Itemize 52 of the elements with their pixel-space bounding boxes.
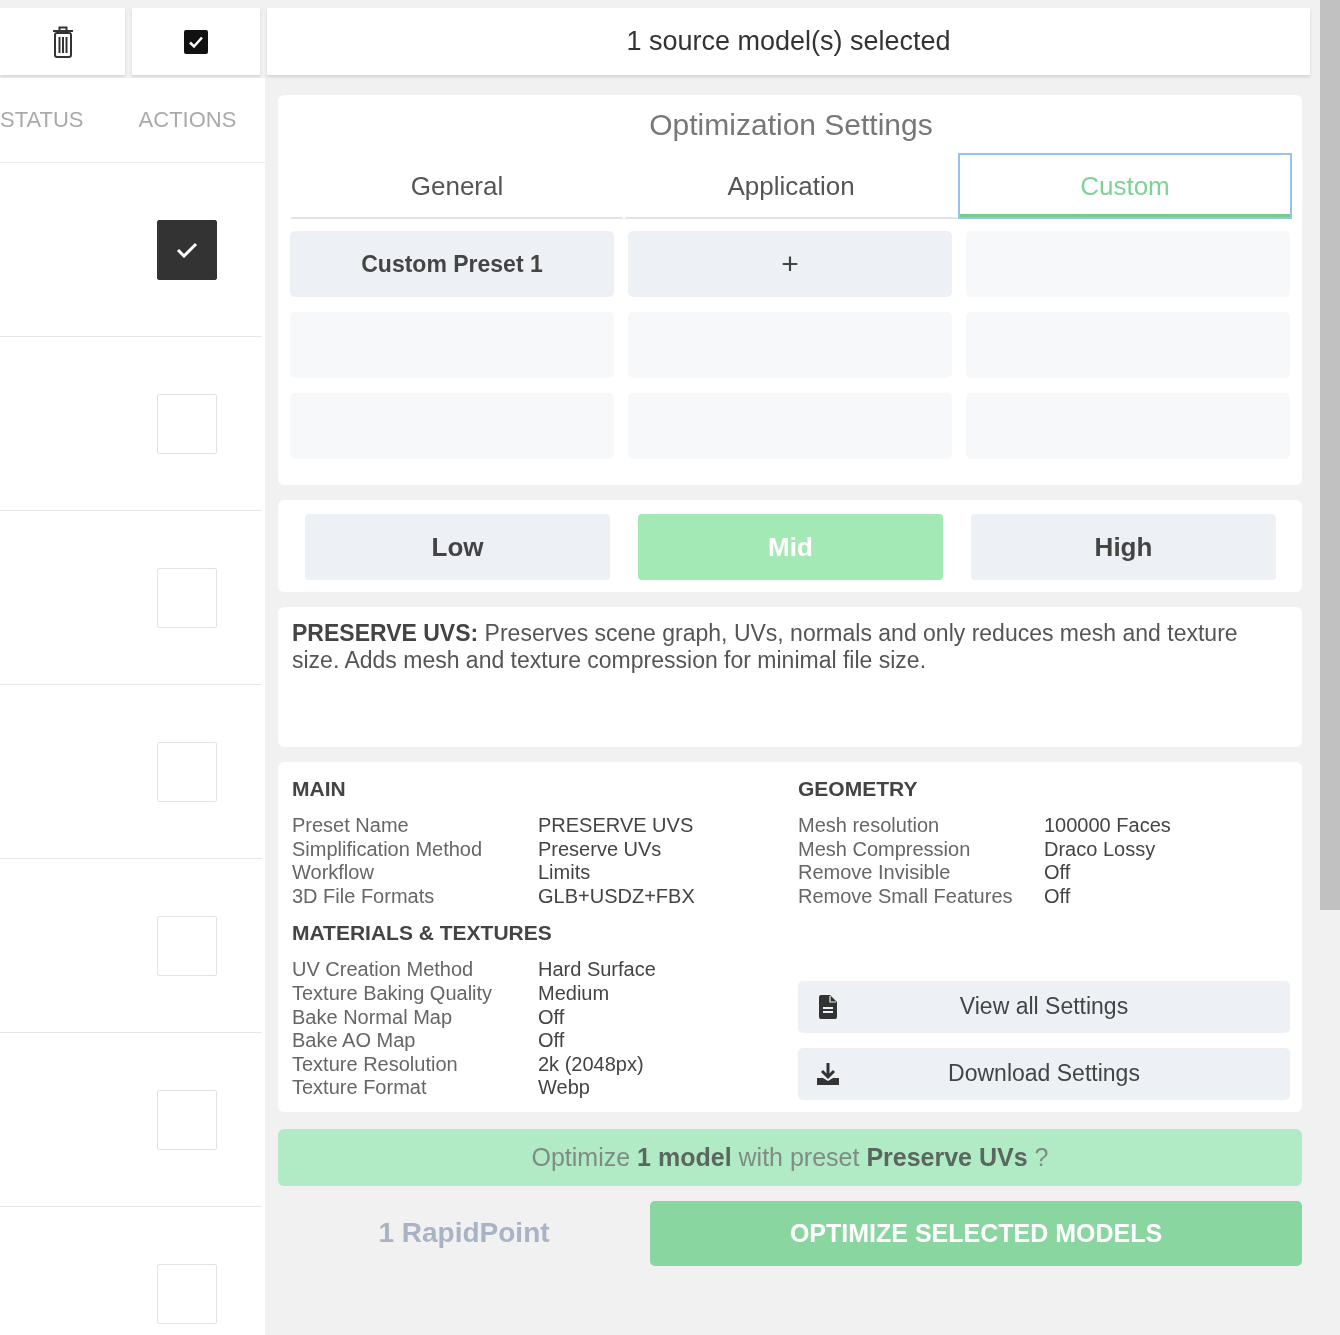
setting-label: Workflow (292, 861, 375, 885)
setting-value: PRESERVE UVS (538, 814, 694, 838)
preset-button[interactable]: Custom Preset 1 (290, 231, 614, 297)
setting-value: 2k (2048px) (538, 1052, 644, 1077)
setting-value: Limits (538, 861, 591, 885)
check-icon (176, 241, 198, 258)
setting-value: Medium (538, 981, 610, 1006)
row-checkbox[interactable] (157, 219, 217, 280)
setting-value: 100000 Faces (1044, 814, 1171, 838)
delete-button[interactable] (0, 8, 125, 75)
setting-label: Bake Normal Map (292, 1005, 454, 1030)
setting-value: Off (1044, 861, 1071, 885)
add-preset-button[interactable]: + (628, 231, 952, 297)
setting-value: GLB+USDZ+FBX (538, 884, 695, 909)
setting-label: 3D File Formats (292, 884, 436, 909)
setting-label: Preset Name (292, 814, 410, 838)
view-settings-button[interactable]: View all Settings (798, 980, 1290, 1033)
selection-summary: 1 source model(s) selected (267, 8, 1310, 75)
setting-value: Draco Lossy (1044, 837, 1156, 862)
preset-description: PRESERVE UVS: Preserves scene graph, UVs, normals and only reduces mesh and texture size. Adds mesh and texture compression for minimal file size. (292, 620, 1239, 674)
credits-count: 1 RapidPoint (378, 1217, 550, 1250)
document-icon (819, 994, 837, 1019)
setting-label: Texture Format (292, 1076, 428, 1100)
section-heading: GEOMETRY (798, 776, 919, 802)
setting-label: Remove Small Features (798, 884, 1014, 909)
setting-value: Off (538, 1029, 565, 1053)
section-heading: MATERIALS & TEXTURES (292, 920, 553, 947)
trash-icon (51, 25, 74, 58)
section-heading: MAIN (292, 776, 347, 802)
download-icon (817, 1062, 839, 1085)
quality-level-button[interactable]: High (971, 514, 1276, 580)
scrollbar-thumb[interactable] (1320, 0, 1340, 910)
download-settings-button[interactable]: Download Settings (798, 1047, 1290, 1100)
setting-label: Texture Baking Quality (292, 981, 494, 1006)
panel-title: Optimization Settings (648, 107, 934, 143)
quality-level-button[interactable]: Low (305, 514, 610, 580)
setting-value: Preserve UVs (538, 837, 662, 862)
setting-label: Simplification Method (292, 837, 484, 862)
select-all-button[interactable] (132, 8, 260, 75)
setting-value: Hard Surface (538, 958, 656, 982)
setting-label: Remove Invisible (798, 861, 952, 885)
column-header: ACTIONS (137, 107, 238, 133)
setting-label: UV Creation Method (292, 958, 475, 982)
setting-label: Mesh resolution (798, 814, 941, 838)
column-header: STATUS (0, 107, 85, 133)
setting-value: Off (1044, 884, 1071, 909)
confirmation-banner: Optimize 1 model with preset Preserve UVs ? (278, 1128, 1302, 1186)
setting-label: Bake AO Map (292, 1029, 417, 1053)
setting-label: Texture Resolution (292, 1052, 459, 1077)
setting-label: Mesh Compression (798, 837, 972, 862)
setting-value: Off (538, 1005, 565, 1030)
setting-value: Webp (538, 1076, 590, 1100)
